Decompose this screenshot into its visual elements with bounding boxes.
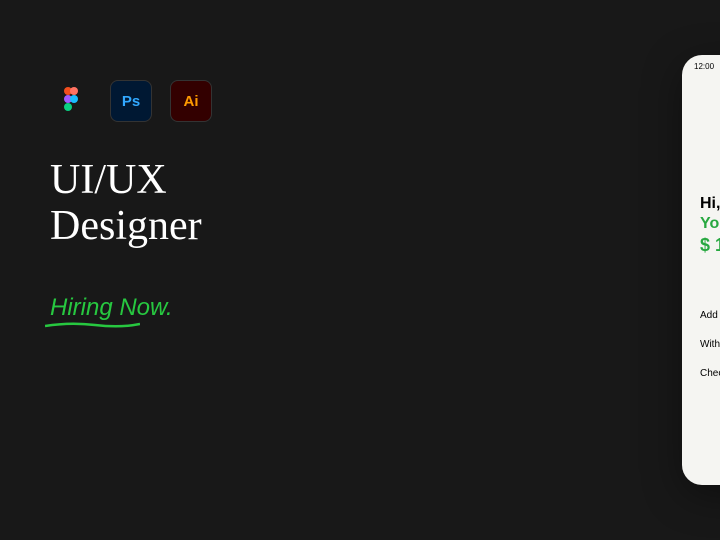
status-bar: 12:00 ▲ ▲ ■ (682, 55, 720, 73)
photoshop-icon: Ps (110, 80, 152, 122)
you-have-label: You have (700, 215, 720, 233)
figma-icon (50, 80, 92, 122)
withdraw-balance-button[interactable]: Withdraw your balance→ (700, 330, 720, 359)
illustrator-icon: Ai (170, 80, 212, 122)
add-money-button[interactable]: Add money→ (700, 301, 720, 330)
hiring-badge: Hiring Now. (50, 294, 173, 322)
greeting: Hi, Jimmy (700, 195, 720, 213)
status-time: 12:00 (694, 62, 714, 71)
updated-text: Updated today, 9:50 AM (682, 166, 720, 173)
page-title: UI/UX Designer (50, 157, 330, 249)
tool-icons: Ps Ai (50, 80, 330, 122)
balance-amount: $ 1,549.35 (700, 235, 720, 256)
phone-home: 12:00 ▲ ▲ ■ 🔔 Updated today, 9:50 AM Hi,… (682, 55, 720, 485)
action-list: Add money→ Withdraw your balance→ Check … (682, 301, 720, 388)
check-statements-button[interactable]: Check statements→ (700, 359, 720, 388)
